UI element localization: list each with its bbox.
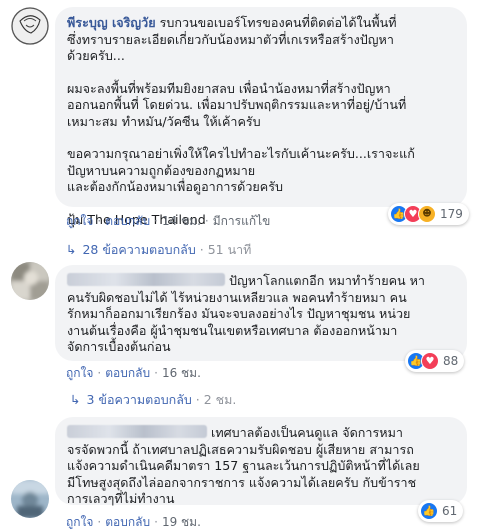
avatar-blurred-icon xyxy=(11,480,49,518)
comment-bubble: เทศบาลต้องเป็นคนดูแล จัดการหมา จรจัดพวกน… xyxy=(55,417,467,506)
comment-actions: ถูกใจ · ตอบกลับ · 19 ชม. xyxy=(66,515,201,529)
comment-bubble: ปัญหาโลกแตกอีก หมาทำร้ายคน หา คนรับผิดชอ… xyxy=(55,265,467,361)
blurred-author-name[interactable] xyxy=(67,273,225,286)
replies-time: 51 นาที xyxy=(207,242,252,257)
blurred-author-name[interactable] xyxy=(67,425,207,438)
avatar-sketch-icon xyxy=(11,7,49,45)
haha-icon: ☻ xyxy=(418,205,436,223)
comment-1: พีระบุญ เจริญวัย รบกวนขอเบอร์โทรของคนที่… xyxy=(0,0,500,258)
comment-paragraph: ผมจะลงพื้นที่พร้อมทีมยิงยาสลบ เพื่อนำน้อ… xyxy=(67,80,407,129)
like-button[interactable]: ถูกใจ xyxy=(66,214,93,228)
avatar[interactable] xyxy=(11,480,49,518)
comment-actions: ถูกใจ · ตอบกลับ · 16 ชม. xyxy=(66,366,201,380)
reaction-count: 179 xyxy=(440,207,463,221)
replies-count-label: 28 ข้อความตอบกลับ xyxy=(82,242,196,257)
reply-button[interactable]: ตอบกลับ xyxy=(105,214,150,228)
comment-actions: ถูกใจ · ตอบกลับ · 14 ชม. · มีการแก้ไข xyxy=(66,214,271,228)
view-replies-link[interactable]: ↳ 28 ข้อความตอบกลับ · 51 นาที xyxy=(66,240,251,260)
reactions-summary[interactable]: 👍 ♥ 88 xyxy=(405,350,465,372)
comment-2: ปัญหาโลกแตกอีก หมาทำร้ายคน หา คนรับผิดชอ… xyxy=(0,258,500,407)
edited-label[interactable]: มีการแก้ไข xyxy=(213,214,271,228)
reply-button[interactable]: ตอบกลับ xyxy=(105,366,150,380)
like-button[interactable]: ถูกใจ xyxy=(66,366,93,380)
avatar-blurred-icon xyxy=(11,262,49,300)
comment-3: เทศบาลต้องเป็นคนดูแล จัดการหมา จรจัดพวกน… xyxy=(0,404,500,529)
love-icon: ♥ xyxy=(421,352,439,370)
like-icon: 👍 xyxy=(420,502,438,520)
reactions-summary[interactable]: 👍 ♥ ☻ 179 xyxy=(388,203,469,225)
reaction-count: 88 xyxy=(443,354,459,368)
avatar[interactable] xyxy=(11,7,49,45)
avatar[interactable] xyxy=(11,262,49,300)
timestamp[interactable]: 16 ชม. xyxy=(162,366,201,380)
timestamp[interactable]: 19 ชม. xyxy=(162,515,201,529)
reply-arrow-icon: ↳ xyxy=(66,242,77,257)
reactions-summary[interactable]: 👍 61 xyxy=(418,500,464,522)
like-button[interactable]: ถูกใจ xyxy=(66,515,93,529)
comment-author[interactable]: พีระบุญ เจริญวัย xyxy=(67,15,156,30)
comment-paragraph: ขอความกรุณาอย่าเพิ่งให้ใครไปทำอะไรกับเค้… xyxy=(67,146,415,194)
reply-button[interactable]: ตอบกลับ xyxy=(105,515,150,529)
timestamp[interactable]: 14 ชม. xyxy=(162,214,201,228)
reaction-count: 61 xyxy=(442,504,458,518)
comment-bubble: พีระบุญ เจริญวัย รบกวนขอเบอร์โทรของคนที่… xyxy=(55,7,467,227)
